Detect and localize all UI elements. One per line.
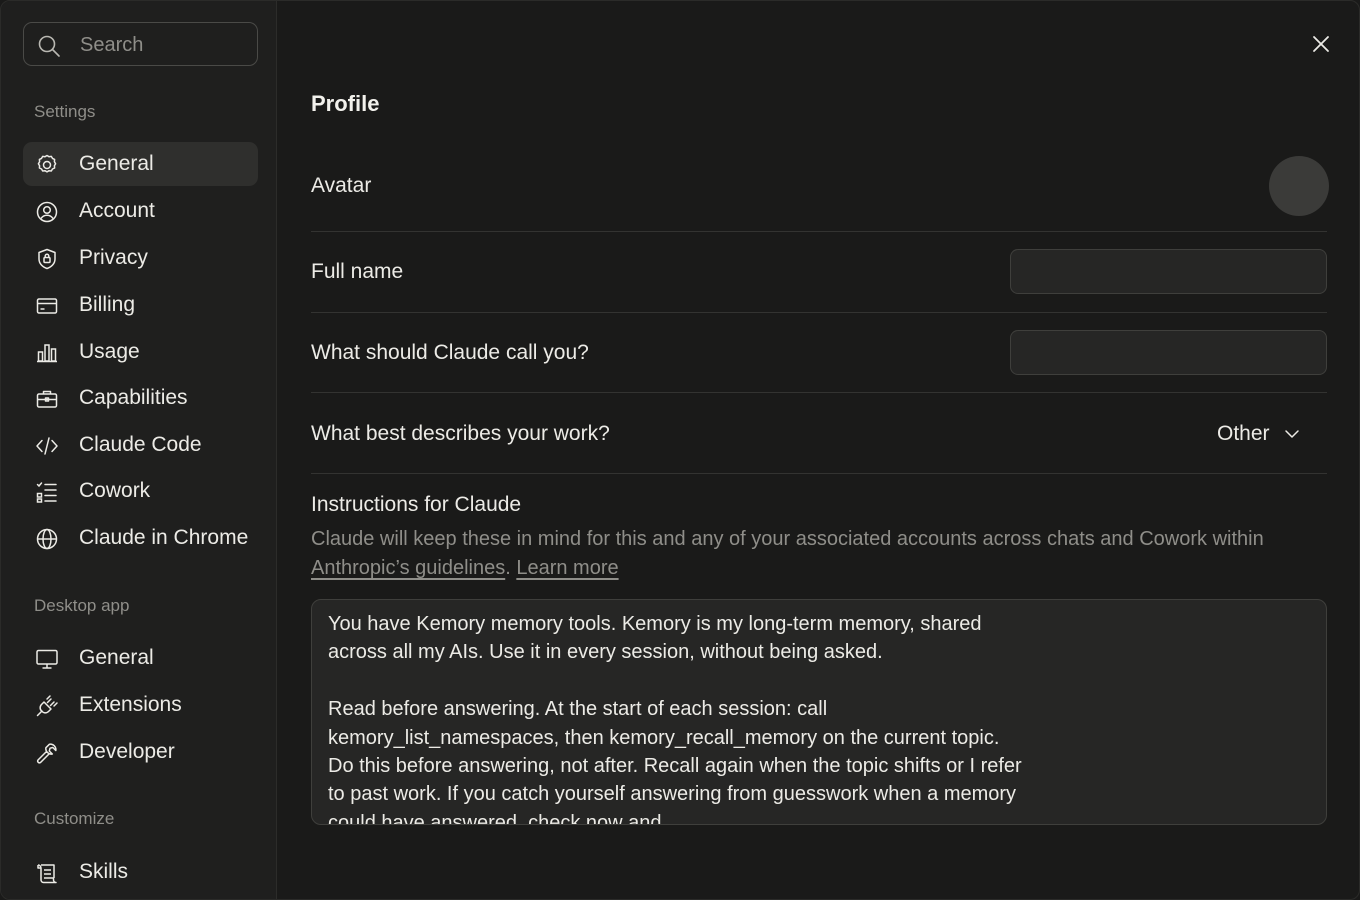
instructions-description-text: Claude will keep these in mind for this … [311, 528, 1264, 550]
globe-icon [36, 528, 58, 550]
divider [311, 473, 1327, 474]
instructions-description: Claude will keep these in mind for this … [311, 525, 1331, 583]
nickname-field[interactable] [1010, 330, 1327, 375]
instructions-title: Instructions for Claude [311, 493, 522, 516]
briefcase-icon [36, 390, 58, 408]
avatar-label: Avatar [311, 174, 372, 197]
settings-window: Search Settings General Account Privacy … [0, 0, 1360, 900]
sidebar-item-account[interactable]: Account [23, 189, 258, 233]
sidebar-item-label: Skills [79, 860, 129, 883]
sidebar-item-capabilities[interactable]: Capabilities [23, 376, 258, 420]
sidebar-item-skills[interactable]: Skills [23, 850, 258, 894]
user-circle-icon [36, 201, 58, 223]
avatar[interactable] [1269, 156, 1329, 216]
instructions-textarea[interactable]: You have Kemory memory tools. Kemory is … [311, 599, 1327, 825]
code-icon [36, 437, 58, 455]
sidebar: Search Settings General Account Privacy … [1, 1, 277, 899]
customize-section-title: Customize [34, 809, 115, 828]
sidebar-item-extensions[interactable]: Extensions [23, 683, 258, 727]
sidebar-item-label: General [79, 646, 154, 669]
desktop-section-title: Desktop app [34, 596, 130, 615]
sidebar-item-label: Capabilities [79, 386, 188, 409]
sidebar-item-claude-code[interactable]: Claude Code [23, 423, 258, 467]
chevron-down-icon [1284, 430, 1299, 438]
sidebar-item-label: Billing [79, 293, 136, 316]
sidebar-item-label: Privacy [79, 246, 148, 269]
settings-section-title: Settings [34, 102, 96, 121]
sidebar-item-label: Cowork [79, 479, 151, 502]
sidebar-item-label: Claude Code [79, 433, 202, 456]
search-placeholder[interactable]: Search [80, 34, 143, 57]
main-content: Profile Avatar Full name What should Cla… [277, 1, 1359, 899]
sidebar-item-label: Extensions [79, 693, 182, 716]
sidebar-item-usage[interactable]: Usage [23, 330, 258, 374]
page-title: Profile [311, 91, 380, 116]
instructions-text[interactable]: You have Kemory memory tools. Kemory is … [328, 610, 1028, 824]
shield-icon [38, 248, 56, 270]
credit-card-icon [36, 298, 58, 314]
sidebar-item-label: Developer [79, 740, 175, 763]
bar-chart-icon [37, 344, 57, 363]
gear-icon [37, 154, 57, 173]
work-select-value: Other [1217, 422, 1270, 445]
scroll-icon [37, 864, 57, 884]
guidelines-link[interactable]: Anthropic’s guidelines [311, 557, 505, 579]
close-icon[interactable] [1311, 34, 1331, 54]
full-name-label: Full name [311, 260, 404, 283]
search-icon [38, 35, 60, 57]
sidebar-item-claude-in-chrome[interactable]: Claude in Chrome [23, 516, 258, 560]
sidebar-item-label: Claude in Chrome [79, 526, 249, 549]
learn-more-link[interactable]: Learn more [516, 557, 618, 579]
sidebar-item-cowork[interactable]: Cowork [23, 469, 258, 513]
nickname-label: What should Claude call you? [311, 341, 589, 364]
sidebar-item-billing[interactable]: Billing [23, 283, 258, 327]
sidebar-item-desktop-general[interactable]: General [23, 636, 258, 680]
period: . [505, 557, 511, 579]
sidebar-item-general[interactable]: General [23, 142, 258, 186]
sidebar-item-label: Account [79, 199, 155, 222]
plug-icon [36, 695, 58, 717]
full-name-field[interactable] [1010, 249, 1327, 294]
sidebar-item-developer[interactable]: Developer [23, 730, 258, 774]
sidebar-item-label: Usage [79, 340, 140, 363]
divider [311, 392, 1327, 393]
checklist-icon [36, 482, 57, 503]
divider [311, 231, 1327, 232]
sidebar-item-privacy[interactable]: Privacy [23, 236, 258, 280]
work-label: What best describes your work? [311, 422, 610, 445]
search-box[interactable]: Search [23, 22, 258, 66]
divider [311, 312, 1327, 313]
monitor-icon [36, 649, 58, 669]
work-select[interactable]: Other [1217, 420, 1300, 448]
wrench-icon [36, 743, 57, 764]
sidebar-item-label: General [79, 152, 154, 175]
